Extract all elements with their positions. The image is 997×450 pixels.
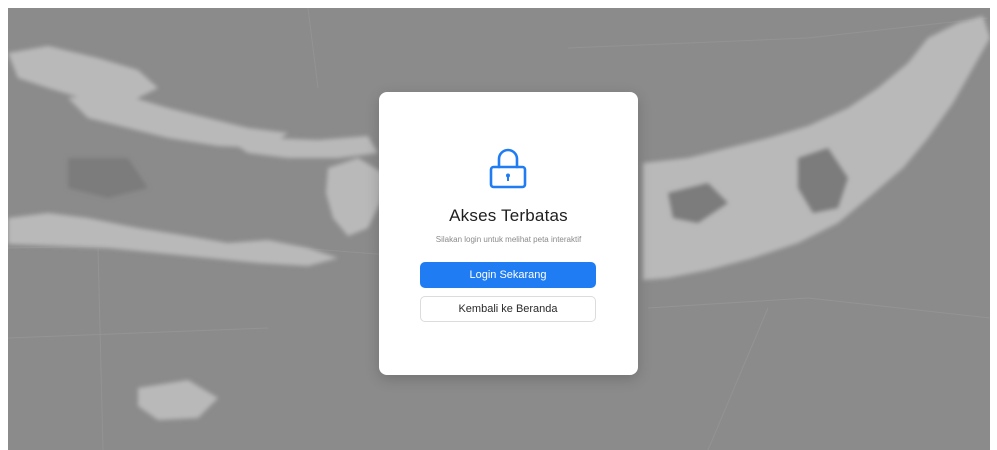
modal-title: Akses Terbatas xyxy=(449,206,568,225)
back-to-home-button[interactable]: Kembali ke Beranda xyxy=(420,296,596,322)
lock-icon xyxy=(489,148,527,189)
modal-subtitle: Silakan login untuk melihat peta interak… xyxy=(435,235,582,244)
login-button[interactable]: Login Sekarang xyxy=(420,262,596,288)
map-viewport: Akses Terbatas Silakan login untuk melih… xyxy=(8,8,990,450)
restricted-access-modal: Akses Terbatas Silakan login untuk melih… xyxy=(379,92,638,375)
